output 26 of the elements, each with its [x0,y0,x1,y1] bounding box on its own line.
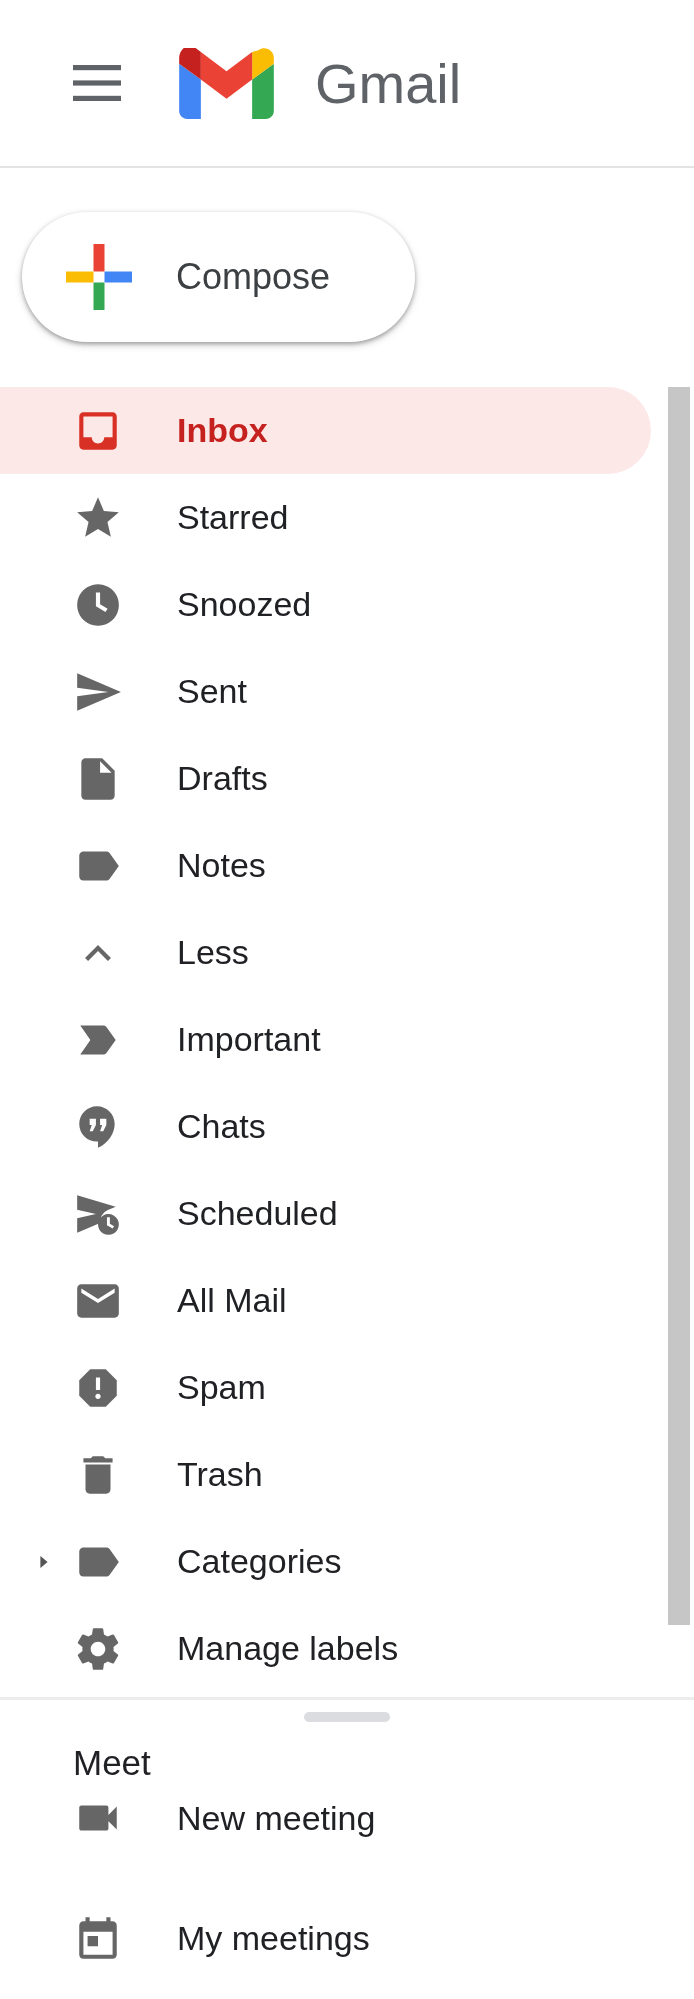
nav-item[interactable]: Starred [0,474,651,561]
nav-item[interactable]: Notes [0,822,651,909]
nav-item[interactable]: Scheduled [0,1170,651,1257]
logo-icon [179,47,274,119]
nav-item[interactable]: Categories [0,1518,651,1605]
chevron-up-icon [85,944,111,961]
nav-item[interactable]: Trash [0,1431,651,1518]
nav-item[interactable]: Drafts [0,735,651,822]
nav-item[interactable]: Sent [0,648,651,735]
scrollbar[interactable] [668,387,690,1625]
meet-item[interactable]: My meetings [0,1908,694,1968]
menu-icon[interactable] [73,65,121,101]
meet-item[interactable]: New meeting [0,1788,694,1848]
nav-item[interactable]: Snoozed [0,561,651,648]
nav-item[interactable]: Important [0,996,651,1083]
nav-item[interactable]: All Mail [0,1257,651,1344]
compose-button[interactable]: Compose [22,212,415,342]
nav-item[interactable]: Spam [0,1344,651,1431]
nav-item[interactable]: Less [0,909,651,996]
nav-item[interactable]: Inbox [0,387,651,474]
nav-item[interactable]: Chats [0,1083,651,1170]
app-name: Gmail [315,50,462,116]
nav-item[interactable]: Manage labels [0,1605,651,1692]
plus-icon [66,244,132,310]
section-heading: Meet [72,1742,152,1784]
drag-handle[interactable] [304,1712,390,1722]
